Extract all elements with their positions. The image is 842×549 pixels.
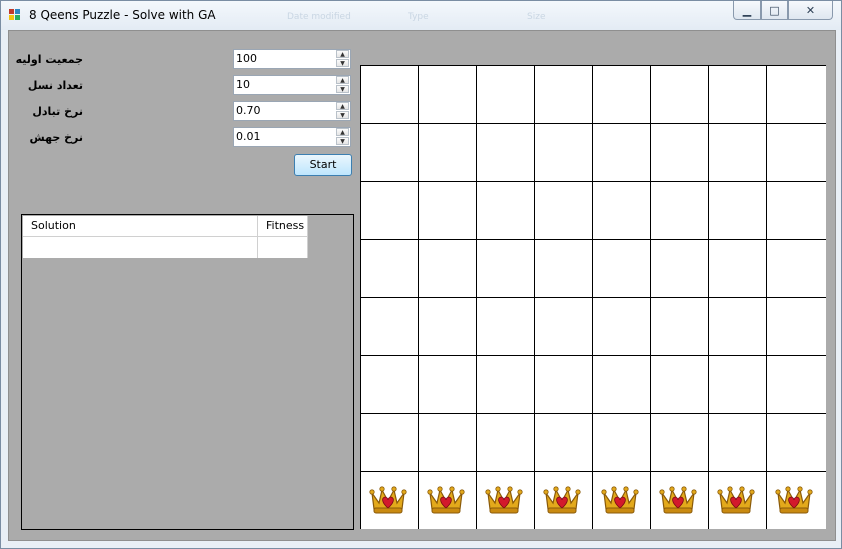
board-column-line	[534, 65, 535, 529]
board-column-line	[650, 65, 651, 529]
mutation-spinner[interactable]: 0.01 ▲ ▼	[233, 127, 351, 147]
solutions-grid[interactable]: Solution Fitness	[21, 214, 354, 530]
board-column-line	[592, 65, 593, 529]
crossover-spinner[interactable]: 0.70 ▲ ▼	[233, 101, 351, 121]
population-label: جمعیت اولیه	[15, 53, 83, 66]
minimize-icon: ▁	[742, 4, 752, 17]
generations-value[interactable]: 10	[236, 78, 250, 91]
maximize-icon: □	[769, 4, 780, 17]
maximize-button[interactable]: □	[761, 1, 788, 20]
board-column-line	[766, 65, 767, 529]
board-row-line	[360, 471, 826, 472]
crossover-down-arrow-icon[interactable]: ▼	[336, 111, 349, 119]
minimize-button[interactable]: ▁	[733, 1, 761, 20]
faded-column-date: Date modified	[287, 12, 351, 22]
app-window: 8 Qeens Puzzle - Solve with GA Date modi…	[0, 0, 842, 549]
mutation-down-arrow-icon[interactable]: ▼	[336, 137, 349, 145]
board-column-line	[708, 65, 709, 529]
mutation-up-arrow-icon[interactable]: ▲	[336, 128, 349, 136]
population-up-arrow-icon[interactable]: ▲	[336, 50, 349, 58]
generations-up-arrow-icon[interactable]: ▲	[336, 76, 349, 84]
queen-crown-icon	[484, 483, 524, 517]
column-header-fitness[interactable]: Fitness	[258, 216, 308, 236]
generations-label: تعداد نسل	[27, 79, 83, 92]
queen-crown-icon	[716, 483, 756, 517]
queen-crown-icon	[600, 483, 640, 517]
chess-board[interactable]	[360, 65, 826, 529]
app-icon[interactable]	[9, 9, 23, 21]
solution-cell[interactable]	[23, 237, 258, 258]
crossover-label: نرخ تبادل	[32, 105, 83, 118]
fitness-cell[interactable]	[258, 237, 308, 258]
mutation-value[interactable]: 0.01	[236, 130, 261, 143]
population-value[interactable]: 100	[236, 52, 257, 65]
grid-header: Solution Fitness	[23, 216, 308, 237]
window-title: 8 Qeens Puzzle - Solve with GA	[29, 8, 216, 22]
board-column-line	[476, 65, 477, 529]
close-icon: ✕	[805, 4, 816, 17]
queen-crown-icon	[658, 483, 698, 517]
mutation-label: نرخ جهش	[29, 131, 83, 144]
close-button[interactable]: ✕	[788, 1, 833, 20]
crossover-value[interactable]: 0.70	[236, 104, 261, 117]
board-row-line	[360, 181, 826, 182]
board-row-line	[360, 123, 826, 124]
population-down-arrow-icon[interactable]: ▼	[336, 59, 349, 67]
board-row-line	[360, 65, 826, 66]
start-button[interactable]: Start	[294, 154, 352, 176]
board-row-line	[360, 297, 826, 298]
crossover-up-arrow-icon[interactable]: ▲	[336, 102, 349, 110]
generations-down-arrow-icon[interactable]: ▼	[336, 85, 349, 93]
board-row-line	[360, 239, 826, 240]
queen-crown-icon	[426, 483, 466, 517]
title-bar[interactable]: 8 Qeens Puzzle - Solve with GA Date modi…	[1, 1, 841, 30]
board-row-line	[360, 413, 826, 414]
queen-crown-icon	[774, 483, 814, 517]
queen-crown-icon	[542, 483, 582, 517]
generations-spinner[interactable]: 10 ▲ ▼	[233, 75, 351, 95]
population-spinner[interactable]: 100 ▲ ▼	[233, 49, 351, 69]
board-column-line	[418, 65, 419, 529]
table-row[interactable]	[23, 237, 308, 258]
main-panel: جمعیت اولیه 100 ▲ ▼ تعداد نسل 10 ▲ ▼ نرخ ت…	[8, 30, 836, 541]
board-column-line	[360, 65, 361, 529]
queen-crown-icon	[368, 483, 408, 517]
faded-column-size: Size	[527, 12, 546, 22]
board-row-line	[360, 355, 826, 356]
column-header-solution[interactable]: Solution	[23, 216, 258, 236]
faded-column-type: Type	[408, 12, 429, 22]
